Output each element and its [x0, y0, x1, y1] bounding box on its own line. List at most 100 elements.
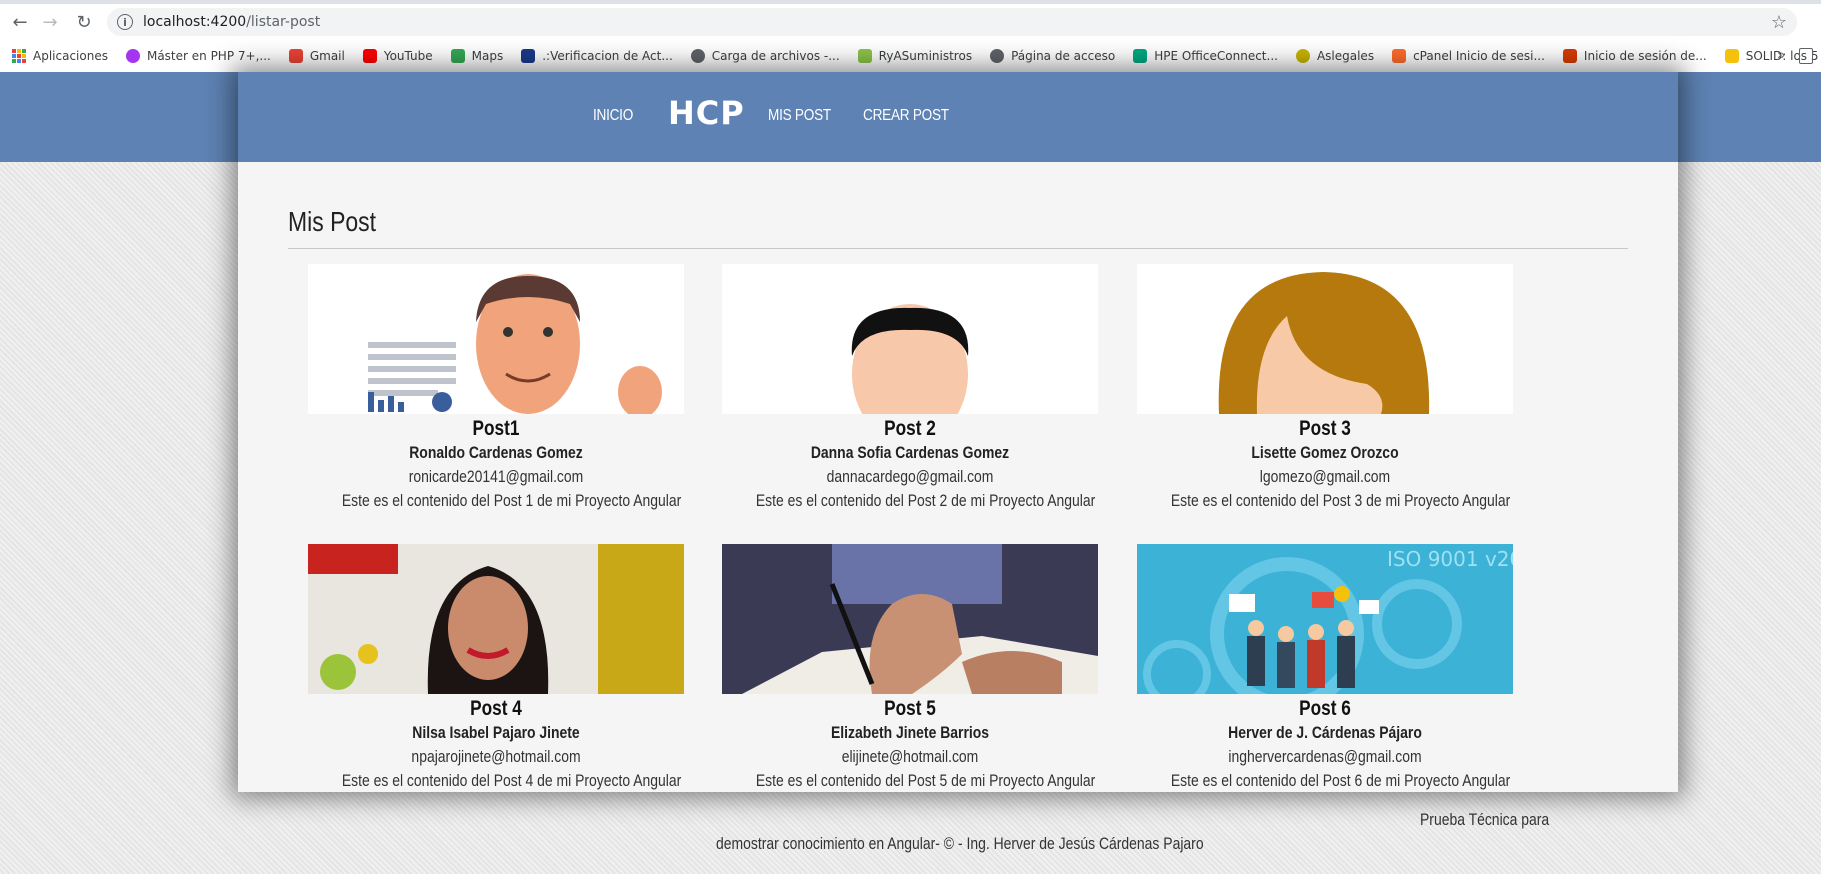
url-text[interactable]: localhost:4200/listar-post — [143, 14, 320, 30]
bookmark-item[interactable]: Maps — [450, 49, 504, 63]
bookmark-label: RyASuministros — [878, 49, 973, 63]
office-icon — [1562, 49, 1577, 63]
nav-mis-post-link[interactable]: MIS POST — [768, 107, 831, 125]
bookmark-label: Gmail — [309, 49, 345, 63]
bookmark-item[interactable]: Página de acceso — [990, 49, 1115, 63]
title-divider — [288, 248, 1628, 249]
site-info-icon[interactable]: i — [117, 14, 133, 30]
post-author: Danna Sofia Cardenas Gomez — [810, 443, 1010, 462]
post-content: Este es el contenido del Post 4 de mi Pr… — [341, 771, 682, 790]
post-image-cartoon-head[interactable] — [722, 264, 1098, 414]
tab-strip — [0, 0, 1821, 4]
bookmark-item[interactable]: RyASuministros — [857, 49, 973, 63]
post-email: ronicarde20141@gmail.com — [408, 467, 584, 486]
bookmark-label: Maps — [471, 49, 504, 63]
bookmarks-bar: Aplicaciones Máster en PHP 7+,... Gmail You… — [0, 42, 1821, 70]
maps-icon — [450, 49, 465, 63]
bookmark-item[interactable]: .:Verificacion de Act... — [521, 49, 673, 63]
bookmark-item[interactable]: YouTube — [362, 49, 433, 63]
youtube-icon — [362, 49, 377, 63]
post-author: Herver de J. Cárdenas Pájaro — [1228, 723, 1422, 742]
gmail-icon — [288, 49, 303, 63]
bookmark-label: cPanel Inicio de sesi... — [1413, 49, 1545, 63]
solid-icon — [1724, 49, 1739, 63]
bookmark-label: Inicio de sesión de... — [1583, 49, 1707, 63]
post-email: inghervercardenas@gmail.com — [1228, 747, 1422, 766]
post-content: Este es el contenido del Post 2 de mi Pr… — [755, 491, 1096, 510]
bookmark-item[interactable]: Inicio de sesión de... — [1562, 49, 1707, 63]
ryasuministros-icon — [857, 49, 872, 63]
bookmark-label: Página de acceso — [1011, 49, 1116, 63]
bookmark-label: Aplicaciones — [33, 49, 108, 63]
bookmark-label: HPE OfficeConnect... — [1154, 49, 1278, 63]
reading-list-icon[interactable] — [1799, 48, 1813, 64]
post-image-3 — [1218, 272, 1430, 414]
post-card: Post 4 Nilsa Isabel Pajaro Jinete npajar… — [308, 544, 684, 792]
post-title[interactable]: Post 3 — [1171, 416, 1479, 441]
bookmark-item[interactable]: HPE OfficeConnect... — [1133, 49, 1278, 63]
bookmark-item[interactable]: Gmail — [288, 49, 345, 63]
post-card: Post 5 Elizabeth Jinete Barrios elijinet… — [722, 544, 1098, 792]
bookmark-label: Máster en PHP 7+,... — [146, 49, 271, 63]
bookmarks-overflow-icon[interactable]: » — [1777, 46, 1785, 62]
post-title[interactable]: Post 2 — [756, 416, 1064, 441]
post-title[interactable]: Post 4 — [342, 696, 650, 721]
post-image-2 — [851, 304, 969, 414]
nav-inicio-link[interactable]: INICIO — [593, 107, 633, 125]
navbar: INICIO HCP MIS POST CREAR POST — [238, 72, 1678, 162]
udemy-icon — [125, 49, 140, 63]
post-author: Lisette Gomez Orozco — [1251, 443, 1399, 462]
post-title[interactable]: Post 6 — [1171, 696, 1479, 721]
hpe-icon — [1133, 49, 1148, 63]
bookmark-star-icon[interactable]: ☆ — [1771, 12, 1787, 33]
siap-icon — [521, 49, 536, 63]
globe-icon — [990, 49, 1005, 63]
nav-crear-post-link[interactable]: CREAR POST — [863, 107, 949, 125]
bookmark-label: Aslegales — [1316, 49, 1375, 63]
url-host: localhost:4200 — [143, 14, 247, 30]
post-title[interactable]: Post1 — [342, 416, 650, 441]
bookmark-label: YouTube — [383, 49, 433, 63]
forward-icon[interactable]: → — [38, 10, 62, 34]
post-image-cartoon-man[interactable] — [308, 264, 684, 414]
main-container: INICIO HCP MIS POST CREAR POST Mis Post — [238, 72, 1678, 792]
url-path: /listar-post — [246, 14, 321, 30]
bookmark-item[interactable]: Aslegales — [1295, 49, 1375, 63]
post-content: Este es el contenido del Post 5 de mi Pr… — [755, 771, 1096, 790]
post-title[interactable]: Post 5 — [756, 696, 1064, 721]
address-bar[interactable]: i localhost:4200/listar-post ☆ — [107, 8, 1797, 36]
back-icon[interactable]: ← — [8, 10, 32, 34]
page-title: Mis Post — [288, 206, 377, 237]
cpanel-icon — [1392, 49, 1407, 63]
post-content: Este es el contenido del Post 3 de mi Pr… — [1170, 491, 1511, 510]
post-email: elijinete@hotmail.com — [841, 747, 979, 766]
aslegales-icon — [1295, 49, 1310, 63]
footer-line-1: Prueba Técnica para — [1420, 810, 1550, 829]
post-image-5 — [722, 544, 1098, 694]
post-image-cartoon-woman[interactable] — [1137, 264, 1513, 414]
post-author: Ronaldo Cardenas Gomez — [409, 443, 583, 462]
footer-line-2: demostrar conocimiento en Angular- © - I… — [716, 834, 1204, 853]
reload-icon[interactable]: ↻ — [72, 10, 96, 34]
post-card: Post1 Ronaldo Cardenas Gomez ronicarde20… — [308, 264, 684, 513]
post-card: ISO 9001 v2015 Post 6 Herver de J. Cárde… — [1137, 544, 1513, 792]
bookmark-item[interactable]: Carga de archivos -... — [690, 49, 840, 63]
post-image-6: ISO 9001 v2015 — [1137, 544, 1513, 694]
post-email: dannacardego@gmail.com — [826, 467, 994, 486]
post-email: lgomezo@gmail.com — [1259, 467, 1391, 486]
bookmark-item[interactable]: Máster en PHP 7+,... — [125, 49, 271, 63]
bookmark-item[interactable]: cPanel Inicio de sesi... — [1392, 49, 1545, 63]
post-content: Este es el contenido del Post 1 de mi Pr… — [341, 491, 682, 510]
post-image-woman-portrait[interactable] — [308, 544, 684, 694]
bookmark-item[interactable]: Aplicaciones — [12, 49, 108, 63]
post-image-1 — [368, 274, 662, 414]
apps-grid-icon — [12, 49, 26, 63]
post-image-hand-writing[interactable] — [722, 544, 1098, 694]
post-image-iso-illustration[interactable]: ISO 9001 v2015 — [1137, 544, 1513, 694]
brand-logo[interactable]: HCP — [668, 94, 745, 132]
bookmark-label: Carga de archivos -... — [711, 49, 840, 63]
iso-label: ISO 9001 v2015 — [1387, 547, 1513, 571]
post-author: Nilsa Isabel Pajaro Jinete — [412, 723, 580, 742]
globe-icon — [690, 49, 705, 63]
bookmark-label: .:Verificacion de Act... — [542, 49, 673, 63]
